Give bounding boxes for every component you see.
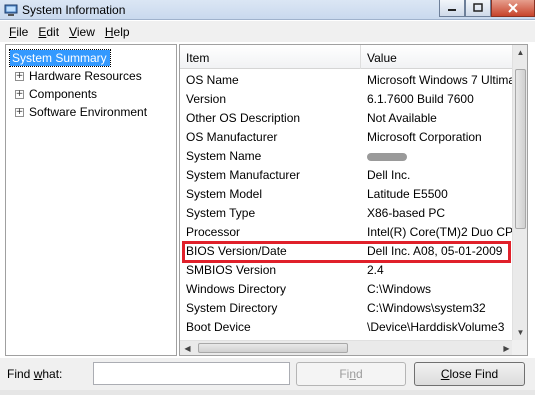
- menu-file[interactable]: File: [4, 25, 33, 39]
- table-row[interactable]: System Model Latitude E5500: [180, 184, 514, 203]
- row-item: Version: [186, 92, 227, 106]
- column-divider[interactable]: [360, 45, 361, 69]
- tree-item-hardware-resources[interactable]: + Hardware Resources: [15, 67, 142, 85]
- system-info-icon: [4, 4, 18, 16]
- vertical-scroll-thumb[interactable]: [515, 69, 526, 229]
- tree-item-label: Hardware Resources: [29, 69, 142, 83]
- row-value: Latitude E5500: [367, 187, 448, 201]
- tree-item-software-environment[interactable]: + Software Environment: [15, 103, 147, 121]
- minimize-button[interactable]: [439, 0, 465, 17]
- row-item: OS Name: [186, 73, 239, 87]
- close-find-button[interactable]: Close Find: [414, 362, 525, 386]
- list-rows: OS Name Microsoft Windows 7 Ultima Versio…: [180, 70, 514, 336]
- scroll-down-icon[interactable]: ▼: [513, 325, 527, 340]
- find-button[interactable]: Fi n d: [296, 362, 406, 386]
- horizontal-scrollbar[interactable]: ◀ ▶: [180, 340, 514, 355]
- row-value: C:\Windows\system32: [367, 301, 486, 315]
- table-row[interactable]: System Directory C:\Windows\system32: [180, 298, 514, 317]
- menu-edit[interactable]: Edit: [33, 25, 64, 39]
- table-row[interactable]: Version 6.1.7600 Build 7600: [180, 89, 514, 108]
- row-item: Other OS Description: [186, 111, 301, 125]
- table-row[interactable]: System Manufacturer Dell Inc.: [180, 165, 514, 184]
- close-window-button[interactable]: [491, 0, 535, 17]
- category-tree[interactable]: System Summary + Hardware Resources + Co…: [5, 44, 177, 356]
- horizontal-scroll-thumb[interactable]: [198, 343, 348, 353]
- row-value: 2.4: [367, 263, 384, 277]
- row-value-redacted: [367, 149, 514, 163]
- row-item: System Name: [186, 149, 262, 163]
- table-row[interactable]: System Type X86-based PC: [180, 203, 514, 222]
- table-row[interactable]: OS Name Microsoft Windows 7 Ultima: [180, 70, 514, 89]
- row-item: System Directory: [186, 301, 278, 315]
- menu-help[interactable]: Help: [100, 25, 135, 39]
- row-item: System Type: [186, 206, 256, 220]
- find-what-input[interactable]: [93, 362, 290, 385]
- bottom-options-strip: [0, 390, 535, 395]
- scroll-left-icon[interactable]: ◀: [180, 341, 195, 355]
- tree-item-label: System Summary: [9, 49, 111, 67]
- expand-plus-icon[interactable]: +: [15, 71, 24, 81]
- maximize-button[interactable]: [465, 0, 491, 17]
- tree-item-label: Components: [29, 87, 98, 101]
- table-row[interactable]: Processor Intel(R) Core(TM)2 Duo CPU: [180, 222, 514, 241]
- table-row[interactable]: Boot Device \Device\HarddiskVolume3: [180, 317, 514, 336]
- details-list[interactable]: Item Value OS Name Microsoft Windows 7 Ul…: [179, 44, 528, 356]
- row-value: Dell Inc.: [367, 168, 411, 182]
- row-value: C:\Windows: [367, 282, 432, 296]
- window-title: System Information: [22, 3, 126, 17]
- find-what-label: Find what:: [7, 367, 63, 381]
- column-header-value[interactable]: Value: [367, 51, 397, 65]
- maximize-icon: [473, 3, 483, 12]
- title-bar: System Information: [0, 0, 535, 20]
- row-item: System Model: [186, 187, 263, 201]
- redaction-blur: [367, 152, 407, 161]
- table-row[interactable]: Windows Directory C:\Windows: [180, 279, 514, 298]
- menu-view[interactable]: View: [64, 25, 100, 39]
- row-value: Intel(R) Core(TM)2 Duo CPU: [367, 225, 514, 239]
- vertical-scrollbar[interactable]: ▲ ▼: [512, 45, 527, 340]
- minimize-icon: [448, 8, 456, 11]
- row-item: SMBIOS Version: [186, 263, 277, 277]
- tree-item-label: Software Environment: [29, 105, 148, 119]
- row-value: Microsoft Corporation: [367, 130, 482, 144]
- menu-bar: File Edit View Help: [0, 21, 535, 42]
- tree-item-components[interactable]: + Components: [15, 85, 97, 103]
- row-item: OS Manufacturer: [186, 130, 278, 144]
- row-value: X86-based PC: [367, 206, 446, 220]
- highlight-annotation: [182, 241, 511, 263]
- row-value: \Device\HarddiskVolume3: [367, 320, 505, 334]
- list-header: Item Value: [180, 45, 514, 69]
- scroll-up-icon[interactable]: ▲: [513, 45, 527, 60]
- table-row[interactable]: OS Manufacturer Microsoft Corporation: [180, 127, 514, 146]
- table-row[interactable]: Other OS Description Not Available: [180, 108, 514, 127]
- tree-item-system-summary[interactable]: System Summary: [9, 49, 111, 67]
- expand-plus-icon[interactable]: +: [15, 107, 24, 117]
- column-header-item[interactable]: Item: [186, 51, 209, 65]
- table-row[interactable]: System Name: [180, 146, 514, 165]
- scrollbar-corner: [512, 340, 527, 355]
- row-value: 6.1.7600 Build 7600: [367, 92, 474, 106]
- row-item: System Manufacturer: [186, 168, 301, 182]
- row-value: Microsoft Windows 7 Ultima: [367, 73, 514, 87]
- row-item: Windows Directory: [186, 282, 287, 296]
- row-item: Processor: [186, 225, 241, 239]
- row-item: Boot Device: [186, 320, 251, 334]
- close-icon: [508, 2, 518, 13]
- row-value: Not Available: [367, 111, 437, 125]
- expand-plus-icon[interactable]: +: [15, 89, 24, 99]
